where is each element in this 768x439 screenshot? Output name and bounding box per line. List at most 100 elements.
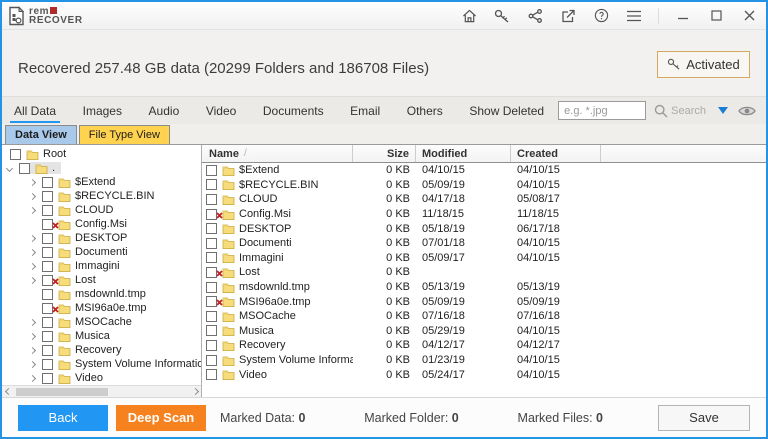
nav-tab[interactable]: Video <box>200 98 242 123</box>
table-row[interactable]: msdownld.tmp 0 KB 05/13/19 05/13/19 <box>202 280 766 295</box>
nav-tab[interactable]: Documents <box>257 98 330 123</box>
tree-item[interactable]: Config.Msi <box>2 217 201 231</box>
table-row[interactable]: DESKTOP 0 KB 05/18/19 06/17/18 <box>202 221 766 236</box>
row-checkbox[interactable] <box>206 179 217 190</box>
activated-button[interactable]: Activated <box>657 51 750 78</box>
expand-chevron-icon[interactable] <box>29 248 36 255</box>
table-row[interactable]: Lost 0 KB <box>202 265 766 280</box>
share-icon[interactable] <box>526 7 544 25</box>
nav-tab[interactable]: All Data <box>8 98 62 123</box>
table-row[interactable]: Recovery 0 KB 04/12/17 04/12/17 <box>202 338 766 353</box>
minimize-icon[interactable] <box>674 7 692 25</box>
expand-chevron-icon[interactable] <box>29 346 36 353</box>
tree-item[interactable]: Video <box>2 371 201 385</box>
expand-chevron-icon[interactable] <box>29 360 36 367</box>
home-icon[interactable] <box>460 7 478 25</box>
tree-item-checkbox[interactable] <box>10 149 21 160</box>
tab-file-type-view[interactable]: File Type View <box>79 125 170 144</box>
expand-chevron-icon[interactable] <box>29 332 36 339</box>
collapse-chevron-icon[interactable] <box>6 164 13 171</box>
row-checkbox[interactable] <box>206 282 217 293</box>
tree-item-root[interactable]: Root <box>2 147 201 161</box>
expand-chevron-icon[interactable] <box>29 206 36 213</box>
tree-item-checkbox[interactable] <box>42 233 53 244</box>
preview-eye-icon[interactable] <box>738 105 756 117</box>
key-icon[interactable] <box>493 7 511 25</box>
back-button[interactable]: Back <box>18 405 108 431</box>
tree-item[interactable]: System Volume Information <box>2 357 201 371</box>
tree-item[interactable]: msdownld.tmp <box>2 287 201 301</box>
tree-item-checkbox[interactable] <box>42 289 53 300</box>
scroll-left-icon[interactable] <box>2 386 14 398</box>
expand-chevron-icon[interactable] <box>29 192 36 199</box>
column-header-modified[interactable]: Modified <box>416 145 511 162</box>
table-row[interactable]: Config.Msi 0 KB 11/18/15 11/18/15 <box>202 207 766 222</box>
expand-chevron-icon[interactable] <box>29 178 36 185</box>
table-row[interactable]: $Extend 0 KB 04/10/15 04/10/15 <box>202 163 766 178</box>
row-checkbox[interactable] <box>206 355 217 366</box>
tree-item-checkbox[interactable] <box>42 261 53 272</box>
search-input[interactable] <box>558 101 646 120</box>
expand-chevron-icon[interactable] <box>29 318 36 325</box>
table-row[interactable]: $RECYCLE.BIN 0 KB 05/09/19 04/10/15 <box>202 178 766 193</box>
menu-icon[interactable] <box>625 7 643 25</box>
tree-item-drive[interactable]: . <box>2 161 201 175</box>
table-row[interactable]: Video 0 KB 05/24/17 04/10/15 <box>202 367 766 382</box>
row-checkbox[interactable] <box>206 369 217 380</box>
tree-item[interactable]: Recovery <box>2 343 201 357</box>
tree-item[interactable]: MSOCache <box>2 315 201 329</box>
row-checkbox[interactable] <box>206 165 217 176</box>
column-header-size[interactable]: Size <box>353 145 416 162</box>
table-row[interactable]: MSOCache 0 KB 07/16/18 07/16/18 <box>202 309 766 324</box>
expand-chevron-icon[interactable] <box>29 276 36 283</box>
tree-item[interactable]: CLOUD <box>2 203 201 217</box>
tree-item-checkbox[interactable] <box>42 359 53 370</box>
tree-item[interactable]: Documenti <box>2 245 201 259</box>
tree-item-checkbox[interactable] <box>42 345 53 356</box>
expand-chevron-icon[interactable] <box>29 374 36 381</box>
scroll-right-icon[interactable] <box>189 386 201 398</box>
tree-item-checkbox[interactable] <box>42 247 53 258</box>
nav-tab[interactable]: Others <box>401 98 449 123</box>
column-header-name[interactable]: Name / <box>202 145 353 162</box>
row-checkbox[interactable] <box>206 223 217 234</box>
tree-item-checkbox[interactable] <box>42 373 53 384</box>
help-icon[interactable] <box>592 7 610 25</box>
tree-item-checkbox[interactable] <box>42 331 53 342</box>
column-header-created[interactable]: Created <box>511 145 601 162</box>
table-row[interactable]: Immagini 0 KB 05/09/17 04/10/15 <box>202 251 766 266</box>
maximize-icon[interactable] <box>707 7 725 25</box>
row-checkbox[interactable] <box>206 325 217 336</box>
tree-item[interactable]: Immagini <box>2 259 201 273</box>
row-checkbox[interactable] <box>206 252 217 263</box>
nav-tab[interactable]: Images <box>77 98 128 123</box>
tree-horizontal-scrollbar[interactable] <box>2 385 201 397</box>
tree-item[interactable]: Lost <box>2 273 201 287</box>
row-checkbox[interactable] <box>206 238 217 249</box>
deep-scan-button[interactable]: Deep Scan <box>116 405 206 431</box>
tree-item-checkbox[interactable] <box>19 163 30 174</box>
close-icon[interactable] <box>740 7 758 25</box>
save-button[interactable]: Save <box>658 405 750 431</box>
table-row[interactable]: System Volume Information 0 KB 01/23/19 … <box>202 353 766 368</box>
tree-item[interactable]: DESKTOP <box>2 231 201 245</box>
tree-item[interactable]: Musica <box>2 329 201 343</box>
tree-item[interactable]: $RECYCLE.BIN <box>2 189 201 203</box>
scrollbar-thumb[interactable] <box>16 388 108 396</box>
tree-item[interactable]: $Extend <box>2 175 201 189</box>
tree-item[interactable]: MSI96a0e.tmp <box>2 301 201 315</box>
tab-data-view[interactable]: Data View <box>5 125 77 144</box>
export-icon[interactable] <box>559 7 577 25</box>
tree-item-checkbox[interactable] <box>42 177 53 188</box>
row-checkbox[interactable] <box>206 194 217 205</box>
table-row[interactable]: Musica 0 KB 05/29/19 04/10/15 <box>202 324 766 339</box>
table-row[interactable]: Documenti 0 KB 07/01/18 04/10/15 <box>202 236 766 251</box>
search-dropdown-icon[interactable] <box>718 107 728 114</box>
expand-chevron-icon[interactable] <box>29 234 36 241</box>
tree-item-checkbox[interactable] <box>42 191 53 202</box>
tree-item-checkbox[interactable] <box>42 317 53 328</box>
search-button[interactable]: Search <box>654 104 706 118</box>
row-checkbox[interactable] <box>206 340 217 351</box>
nav-tab[interactable]: Email <box>344 98 386 123</box>
nav-tab[interactable]: Show Deleted <box>463 98 550 123</box>
